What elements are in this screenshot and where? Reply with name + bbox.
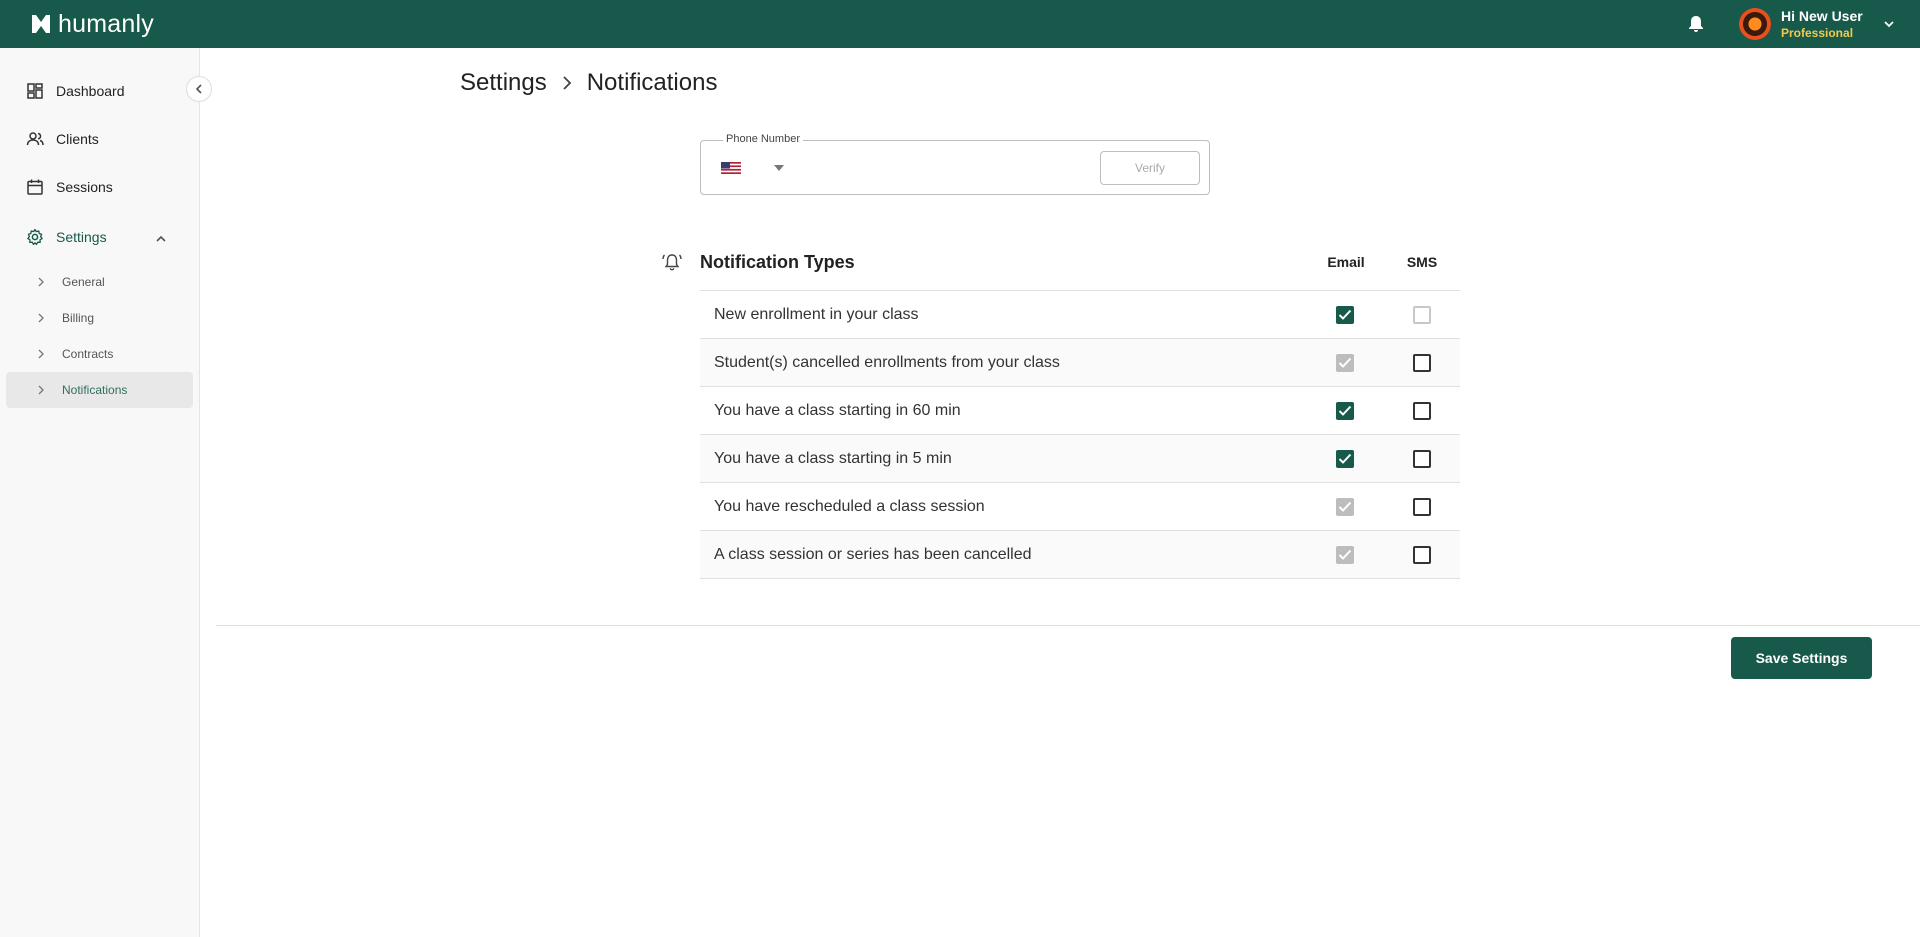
sidebar-item-label: Dashboard — [56, 83, 125, 99]
sidebar-item-sessions[interactable]: Sessions — [26, 178, 113, 196]
checkmark-icon — [1338, 501, 1352, 512]
user-greeting[interactable]: Hi New User — [1781, 8, 1863, 24]
phone-number-field: Phone Number Verify — [700, 133, 1210, 195]
notification-types-title: Notification Types — [700, 252, 855, 272]
sidebar-collapse-button[interactable] — [186, 76, 212, 102]
us-flag-icon[interactable] — [721, 162, 741, 174]
notification-type-label: You have a class starting in 5 min — [714, 450, 952, 467]
email-checkbox[interactable] — [1336, 402, 1354, 420]
clients-icon — [26, 132, 44, 146]
avatar[interactable] — [1739, 8, 1771, 40]
alarm-bell-icon — [662, 254, 682, 271]
notification-type-label: New enrollment in your class — [714, 306, 919, 323]
checkmark-icon — [1338, 309, 1352, 320]
table-row: A class session or series has been cance… — [700, 531, 1460, 579]
chevron-right-icon — [38, 385, 44, 395]
sms-checkbox[interactable] — [1413, 450, 1431, 468]
notification-type-label: You have a class starting in 60 min — [714, 402, 961, 419]
notification-type-label: A class session or series has been cance… — [714, 546, 1032, 563]
email-checkbox[interactable] — [1336, 450, 1354, 468]
email-checkbox[interactable] — [1336, 498, 1354, 516]
gear-icon — [27, 228, 43, 246]
chevron-right-icon — [38, 313, 44, 323]
chevron-right-icon — [38, 277, 44, 287]
sms-column-header: SMS — [1406, 254, 1438, 270]
breadcrumb-current: Notifications — [586, 69, 718, 96]
logo-icon — [32, 15, 50, 33]
sidebar-item-settings[interactable]: Settings — [26, 228, 107, 246]
top-bar: humanly Hi New User Professional — [0, 0, 1920, 48]
sms-checkbox[interactable] — [1413, 498, 1431, 516]
dashboard-icon — [27, 83, 43, 99]
logo-text: humanly — [58, 9, 154, 38]
checkmark-icon — [1338, 405, 1352, 416]
chevron-up-icon[interactable] — [154, 232, 168, 246]
sidebar-item-label: Clients — [56, 131, 99, 147]
sidebar-subitem-general[interactable]: General — [6, 264, 193, 300]
sidebar-item-label: Settings — [56, 229, 107, 245]
chevron-right-icon — [38, 349, 44, 359]
sidebar-item-dashboard[interactable]: Dashboard — [26, 82, 125, 100]
table-row: New enrollment in your class — [700, 291, 1460, 339]
country-dropdown-caret-icon[interactable] — [774, 165, 784, 171]
email-checkbox[interactable] — [1336, 546, 1354, 564]
sms-checkbox[interactable] — [1413, 306, 1431, 324]
sidebar-subitem-contracts[interactable]: Contracts — [6, 336, 193, 372]
notifications-bell-icon[interactable] — [1686, 14, 1706, 34]
email-checkbox[interactable] — [1336, 354, 1354, 372]
checkmark-icon — [1338, 453, 1352, 464]
notification-type-label: You have rescheduled a class session — [714, 498, 985, 515]
email-column-header: Email — [1327, 254, 1365, 270]
checkmark-icon — [1338, 549, 1352, 560]
sidebar-subitem-label: Notifications — [62, 383, 128, 397]
sms-checkbox[interactable] — [1413, 354, 1431, 372]
calendar-icon — [27, 179, 43, 195]
sidebar-item-label: Sessions — [56, 179, 113, 195]
table-row: You have a class starting in 5 min — [700, 435, 1460, 483]
user-plan: Professional — [1781, 26, 1854, 40]
footer-divider — [216, 625, 1920, 626]
notification-type-label: Student(s) cancelled enrollments from yo… — [714, 354, 1060, 371]
sidebar-item-clients[interactable]: Clients — [26, 130, 99, 148]
breadcrumb-parent[interactable]: Settings — [460, 69, 547, 97]
checkmark-icon — [1338, 357, 1352, 368]
save-settings-button[interactable]: Save Settings — [1731, 637, 1872, 679]
sidebar-subitem-billing[interactable]: Billing — [6, 300, 193, 336]
table-row: You have rescheduled a class session — [700, 483, 1460, 531]
humanly-logo[interactable]: humanly — [30, 10, 154, 38]
chevron-left-icon — [195, 84, 202, 94]
chevron-right-icon — [563, 76, 571, 90]
phone-number-label: Phone Number — [723, 133, 803, 145]
notification-types-table: New enrollment in your class Student(s) … — [700, 290, 1460, 579]
verify-button[interactable]: Verify — [1100, 151, 1200, 185]
table-row: You have a class starting in 60 min — [700, 387, 1460, 435]
sidebar-subitem-label: Contracts — [62, 347, 114, 361]
email-checkbox[interactable] — [1336, 306, 1354, 324]
breadcrumb: Settings Notifications — [460, 69, 717, 97]
sms-checkbox[interactable] — [1413, 402, 1431, 420]
table-row: Student(s) cancelled enrollments from yo… — [700, 339, 1460, 387]
chevron-down-icon[interactable] — [1882, 17, 1896, 31]
sidebar-subitem-label: Billing — [62, 311, 95, 325]
sidebar-subitem-notifications[interactable]: Notifications — [6, 372, 193, 408]
sidebar-subitem-label: General — [62, 275, 105, 289]
sms-checkbox[interactable] — [1413, 546, 1431, 564]
phone-number-input[interactable] — [797, 153, 1087, 183]
